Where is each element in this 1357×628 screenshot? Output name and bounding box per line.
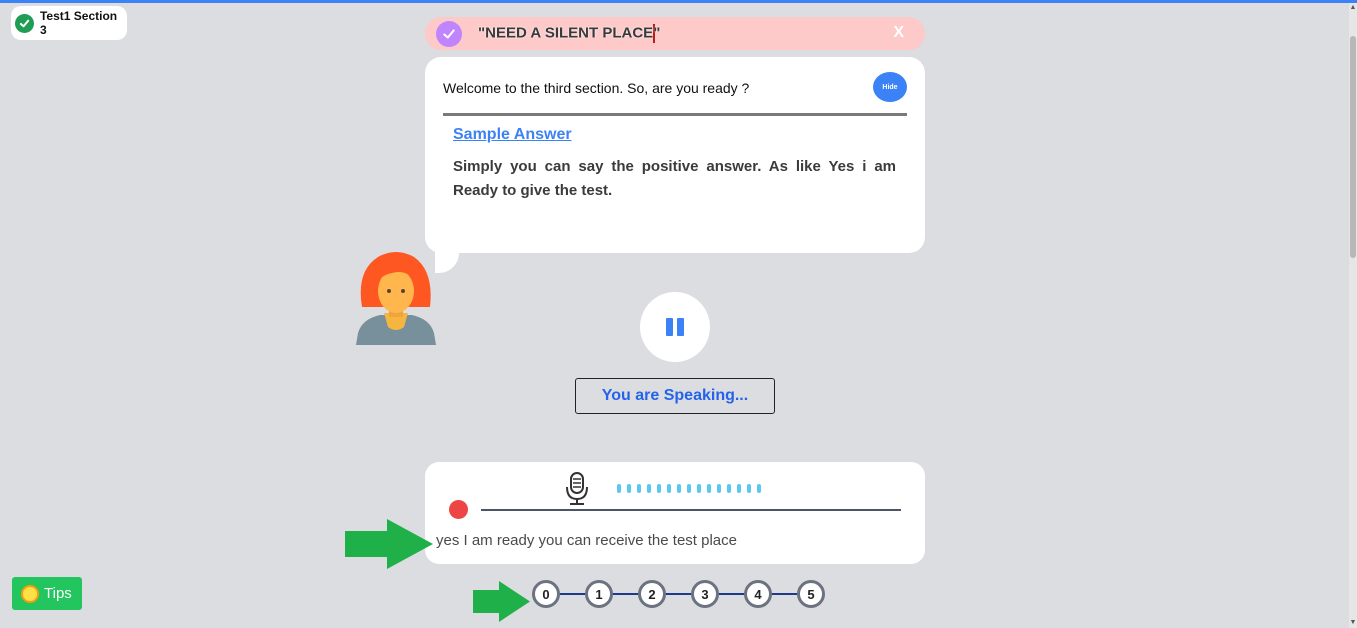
arrow-right-icon <box>345 519 433 569</box>
section-badge: Test1 Section 3 <box>11 6 127 40</box>
microphone-icon <box>566 472 588 505</box>
step-4[interactable]: 4 <box>744 580 772 608</box>
card-divider <box>443 113 907 116</box>
tips-button[interactable]: Tips <box>12 577 82 610</box>
step-2[interactable]: 2 <box>638 580 666 608</box>
scrollbar-thumb[interactable] <box>1350 36 1356 258</box>
transcript-card: yes I am ready you can receive the test … <box>425 462 925 564</box>
speaking-status: You are Speaking... <box>575 378 775 414</box>
record-button[interactable] <box>449 500 468 519</box>
transcript-text: yes I am ready you can receive the test … <box>436 532 737 549</box>
sample-answer-text: Simply you can say the positive answer. … <box>453 158 896 199</box>
scroll-up-icon[interactable]: ▲ <box>1349 4 1357 11</box>
step-indicator: 0 1 2 3 4 5 <box>532 578 828 610</box>
transcript-divider <box>481 509 901 511</box>
alert-text: "NEED A SILENT PLACE" <box>478 24 660 43</box>
pause-icon-left-bar <box>666 318 673 336</box>
audio-level-indicator <box>617 484 761 493</box>
step-5[interactable]: 5 <box>797 580 825 608</box>
step-3[interactable]: 3 <box>691 580 719 608</box>
alert-text-end: " <box>653 24 661 42</box>
examiner-avatar <box>356 252 436 345</box>
alert-text-main: "NEED A SILENT PLACE <box>478 24 654 42</box>
alert-bar: "NEED A SILENT PLACE" X <box>425 17 925 50</box>
check-circle-icon <box>436 20 462 47</box>
question-text: Welcome to the third section. So, are yo… <box>443 80 750 96</box>
speech-bubble-tail <box>435 247 459 273</box>
tips-label: Tips <box>44 585 72 602</box>
hide-button[interactable]: Hide <box>873 72 907 102</box>
scroll-down-icon[interactable]: ▼ <box>1349 619 1357 626</box>
close-alert-button[interactable]: X <box>893 24 904 42</box>
pause-button[interactable] <box>640 292 710 362</box>
arrow-right-icon <box>473 581 530 622</box>
lightbulb-icon <box>21 584 39 603</box>
check-icon <box>15 13 34 33</box>
section-badge-label: Test1 Section 3 <box>39 9 118 37</box>
question-card: Welcome to the third section. So, are yo… <box>425 57 925 273</box>
sample-answer-link[interactable]: Sample Answer <box>453 126 572 144</box>
page-scrollbar[interactable]: ▲ ▼ <box>1349 3 1357 628</box>
step-0[interactable]: 0 <box>532 580 560 608</box>
step-1[interactable]: 1 <box>585 580 613 608</box>
pause-icon-right-bar <box>677 318 684 336</box>
